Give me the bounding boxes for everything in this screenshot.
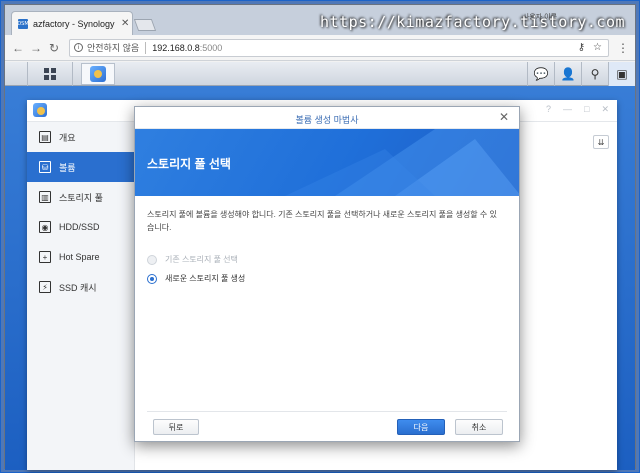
storage-pool-icon: ▥ [39,191,51,203]
bookmark-star-icon[interactable]: ☆ [593,42,602,53]
option-new-pool[interactable]: 새로운 스토리지 풀 생성 [147,273,507,284]
divider [145,41,147,54]
option-label: 새로운 스토리지 풀 생성 [165,274,246,283]
dsm-taskbar: 💬 👤 ⚲ ▣ [5,62,635,86]
url-host: 192.168.0.8 [152,42,200,53]
watermark-text: https://kimazfactory.tistory.com [320,13,625,31]
sort-icon[interactable]: ⇊ [593,135,609,149]
sidebar-item-volume[interactable]: ⛁ 볼륨 [27,152,134,182]
storage-manager-taskbar-button[interactable] [81,63,115,85]
hot-spare-icon: + [39,251,51,263]
tab-title: azfactory - Synology Di [33,18,117,29]
minimize-icon[interactable]: — [563,104,572,115]
url-input[interactable]: i 안전하지 않음 192.168.0.8 :5000 ⚷ ☆ [69,38,609,57]
main-menu-button[interactable] [27,62,73,86]
sidebar-item-label: 볼륨 [59,162,76,173]
close-icon[interactable]: ✕ [601,104,609,115]
address-bar: ← → ↻ i 안전하지 않음 192.168.0.8 :5000 ⚷ ☆ ⋮ [5,35,635,61]
sidebar-item-hot-spare[interactable]: + Hot Spare [27,242,134,272]
browser-tab[interactable]: DSM azfactory - Synology Di ✕ [11,11,133,35]
taskbar-tray: 💬 👤 ⚲ ▣ [527,62,635,86]
sidebar-item-label: HDD/SSD [59,222,100,232]
storage-manager-icon [90,66,106,82]
wizard-description: 스토리지 풀에 볼륨을 생성해야 합니다. 기존 스토리지 풀을 선택하거나 새… [147,210,497,232]
wizard-body: 스토리지 풀에 볼륨을 생성해야 합니다. 기존 스토리지 풀을 선택하거나 새… [135,196,519,296]
disk-icon: ◉ [39,221,51,233]
option-existing-pool[interactable]: 기존 스토리지 풀 선택 [147,254,507,265]
volume-wizard-dialog: 볼륨 생성 마법사 ✕ 스토리지 풀 선택 스토리지 풀에 볼륨을 생성해야 합… [134,106,520,442]
radio-existing-pool[interactable] [147,254,157,265]
sidebar-item-overview[interactable]: ▤ 개요 [27,122,134,152]
sidebar-item-label: Hot Spare [59,252,100,262]
url-port: :5000 [199,42,223,53]
sidebar-item-hdd-ssd[interactable]: ◉ HDD/SSD [27,212,134,242]
sidebar: ▤ 개요 ⛁ 볼륨 ▥ 스토리지 풀 ◉ HDD/SSD + Hot Spare… [27,122,135,470]
security-label: 안전하지 않음 [87,43,140,53]
next-button[interactable]: 다음 [397,419,445,435]
back-button[interactable]: 뒤로 [153,419,199,435]
overview-icon: ▤ [39,131,51,143]
new-tab-button[interactable] [133,19,157,31]
close-icon[interactable]: ✕ [499,110,509,124]
radio-new-pool[interactable] [147,273,157,284]
wizard-heading: 스토리지 풀 선택 [147,157,231,171]
reload-icon[interactable]: ↻ [47,41,61,55]
user-icon[interactable]: 👤 [554,62,581,86]
back-arrow-icon[interactable]: ← [11,41,25,55]
key-icon[interactable]: ⚷ [578,42,585,53]
ssd-cache-icon: ⚡ [39,281,51,293]
sidebar-item-ssd-cache[interactable]: ⚡ SSD 캐시 [27,272,134,302]
cancel-button[interactable]: 취소 [455,419,503,435]
tab-close-icon[interactable]: ✕ [121,18,129,29]
sidebar-item-label: 스토리지 풀 [59,192,103,203]
wizard-titlebar: 볼륨 생성 마법사 ✕ [135,107,519,129]
grid-icon [44,68,56,80]
wizard-title: 볼륨 생성 마법사 [295,115,359,125]
wizard-banner: 스토리지 풀 선택 [135,129,519,196]
option-label: 기존 스토리지 풀 선택 [165,255,238,264]
dsm-favicon-icon: DSM [17,18,29,29]
sidebar-item-label: SSD 캐시 [59,282,97,293]
help-icon[interactable]: ? [546,104,551,115]
browser-menu-icon[interactable]: ⋮ [617,41,629,55]
sidebar-item-label: 개요 [59,132,76,143]
widgets-icon[interactable]: ▣ [608,62,635,86]
maximize-icon[interactable]: □ [584,104,589,115]
forward-arrow-icon[interactable]: → [29,41,43,55]
tab-strip: DSM azfactory - Synology Di ✕ 사용자 이름 htt… [5,5,635,35]
wizard-footer: 뒤로 다음 취소 [147,411,507,441]
volume-icon: ⛁ [39,161,51,173]
search-icon[interactable]: ⚲ [581,62,608,86]
info-icon[interactable]: i [74,43,83,52]
sidebar-item-storage-pool[interactable]: ▥ 스토리지 풀 [27,182,134,212]
chat-icon[interactable]: 💬 [527,62,554,86]
